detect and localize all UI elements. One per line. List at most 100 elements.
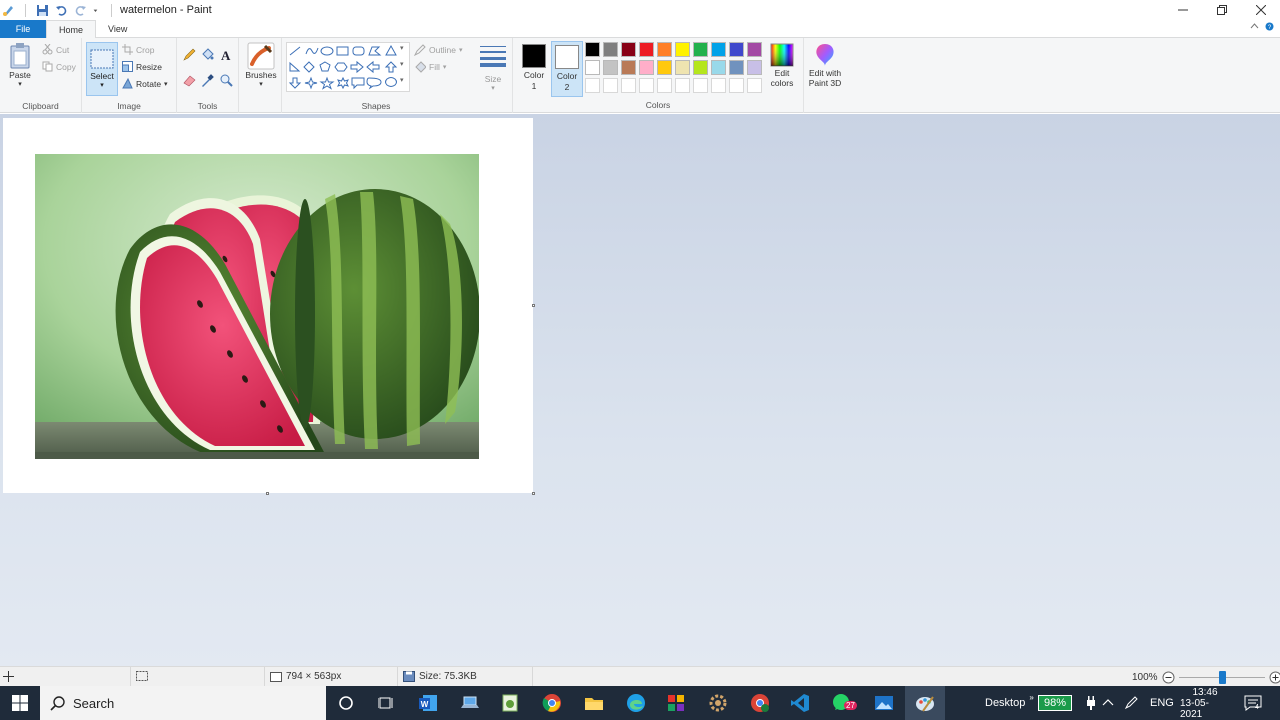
palette-swatch[interactable]: [675, 60, 690, 75]
zoom-slider[interactable]: [1178, 671, 1265, 684]
size-button[interactable]: Size ▾: [476, 44, 510, 92]
show-hidden-icons[interactable]: [1102, 686, 1114, 720]
palette-swatch[interactable]: [711, 60, 726, 75]
palette-swatch[interactable]: [585, 42, 600, 57]
minimize-button[interactable]: [1163, 0, 1202, 20]
zoom-in-icon[interactable]: [1269, 671, 1280, 684]
tab-view[interactable]: View: [96, 20, 139, 38]
shapes-scroll-down-icon[interactable]: ▾: [400, 44, 404, 52]
crop-button[interactable]: Crop: [122, 44, 154, 55]
taskbar-photos[interactable]: [864, 686, 904, 720]
palette-swatch[interactable]: [621, 78, 636, 93]
palette-swatch[interactable]: [711, 42, 726, 57]
taskbar-chrome[interactable]: [532, 686, 572, 720]
shapes-scroll-down-icon[interactable]: ▾: [400, 60, 404, 68]
cut-button[interactable]: Cut: [42, 44, 69, 55]
notification-center[interactable]: 4: [1244, 686, 1262, 720]
battery-indicator[interactable]: 98%: [1038, 686, 1073, 720]
magnifier-icon[interactable]: [220, 74, 233, 87]
collapse-ribbon-icon[interactable]: [1250, 22, 1259, 31]
taskbar-settings-app[interactable]: [698, 686, 738, 720]
palette-swatch[interactable]: [657, 42, 672, 57]
input-language[interactable]: ENG: [1150, 686, 1174, 720]
zoom-out-icon[interactable]: [1162, 671, 1175, 684]
fill-bucket-icon[interactable]: [201, 48, 214, 61]
copy-button[interactable]: Copy: [42, 61, 76, 72]
brushes-button[interactable]: Brushes ▾: [243, 42, 279, 88]
palette-swatch[interactable]: [693, 60, 708, 75]
save-icon[interactable]: [36, 4, 49, 17]
taskbar-app-laptop[interactable]: [450, 686, 490, 720]
start-button[interactable]: [0, 686, 40, 720]
taskbar-search[interactable]: Search: [40, 686, 326, 720]
palette-swatch[interactable]: [657, 78, 672, 93]
taskbar-whatsapp[interactable]: 27: [822, 686, 862, 720]
palette-swatch[interactable]: [603, 78, 618, 93]
desktop-toolbar[interactable]: Desktop »: [985, 686, 1034, 720]
taskbar-chrome-profile[interactable]: [740, 686, 780, 720]
cortana-button[interactable]: [326, 686, 366, 720]
palette-swatch[interactable]: [729, 42, 744, 57]
color-picker-icon[interactable]: [201, 74, 214, 87]
undo-icon[interactable]: [55, 4, 68, 17]
palette-swatch[interactable]: [585, 78, 600, 93]
palette-swatch[interactable]: [747, 42, 762, 57]
palette-swatch[interactable]: [729, 60, 744, 75]
tab-home[interactable]: Home: [46, 20, 97, 39]
palette-swatch[interactable]: [639, 78, 654, 93]
palette-swatch[interactable]: [639, 42, 654, 57]
taskbar-app-green[interactable]: [490, 686, 530, 720]
shapes-gallery[interactable]: [286, 42, 410, 92]
resize-handle-bottom[interactable]: [266, 492, 269, 495]
close-button[interactable]: [1241, 0, 1280, 20]
pencil-icon[interactable]: [183, 48, 196, 61]
palette-swatch[interactable]: [711, 78, 726, 93]
clock[interactable]: 13:46 13-05-2021: [1180, 686, 1230, 720]
palette-swatch[interactable]: [693, 42, 708, 57]
tab-file[interactable]: File: [0, 20, 46, 38]
palette-swatch[interactable]: [621, 42, 636, 57]
pen-workspace-button[interactable]: [1124, 686, 1138, 720]
palette-swatch[interactable]: [747, 78, 762, 93]
taskbar-app-blocks[interactable]: [656, 686, 696, 720]
palette-swatch[interactable]: [747, 60, 762, 75]
palette-swatch[interactable]: [585, 60, 600, 75]
resize-button[interactable]: Resize: [122, 61, 162, 72]
zoom-slider-thumb[interactable]: [1218, 671, 1226, 684]
palette-swatch[interactable]: [693, 78, 708, 93]
restore-button[interactable]: [1202, 0, 1241, 20]
palette-swatch[interactable]: [675, 42, 690, 57]
rotate-button[interactable]: Rotate ▾: [122, 78, 168, 89]
palette-swatch[interactable]: [639, 60, 654, 75]
palette-swatch[interactable]: [729, 78, 744, 93]
edit-colors-button[interactable]: Edit colors: [766, 42, 798, 88]
canvas[interactable]: [3, 118, 535, 495]
palette-swatch[interactable]: [657, 60, 672, 75]
edit-with-paint3d-button[interactable]: Edit with Paint 3D: [806, 42, 844, 88]
task-view-button[interactable]: [366, 686, 406, 720]
select-button[interactable]: Select ▾: [86, 42, 118, 96]
taskbar-edge[interactable]: [616, 686, 656, 720]
redo-icon[interactable]: [74, 4, 87, 17]
palette-swatch[interactable]: [603, 42, 618, 57]
power-plug-icon[interactable]: [1086, 686, 1096, 720]
color1-button[interactable]: Color 1: [518, 41, 550, 97]
eraser-icon[interactable]: [183, 74, 196, 87]
taskbar-vscode[interactable]: [780, 686, 820, 720]
fill-button[interactable]: Fill ▾: [414, 61, 446, 73]
resize-handle-right[interactable]: [532, 304, 535, 307]
outline-button[interactable]: Outline ▾: [414, 44, 462, 56]
palette-swatch[interactable]: [621, 60, 636, 75]
paste-button[interactable]: Paste ▾: [6, 42, 34, 88]
taskbar-file-explorer[interactable]: [574, 686, 614, 720]
color2-button[interactable]: Color 2: [551, 41, 583, 97]
customize-toolbar-icon[interactable]: [93, 4, 101, 17]
taskbar-paint[interactable]: [905, 686, 945, 720]
shapes-expand-icon[interactable]: ▾: [400, 76, 404, 84]
palette-swatch[interactable]: [603, 60, 618, 75]
taskbar-word[interactable]: W: [408, 686, 448, 720]
resize-handle-corner[interactable]: [532, 492, 535, 495]
palette-swatch[interactable]: [675, 78, 690, 93]
text-icon[interactable]: A: [220, 48, 233, 61]
help-icon[interactable]: ?: [1265, 22, 1274, 31]
